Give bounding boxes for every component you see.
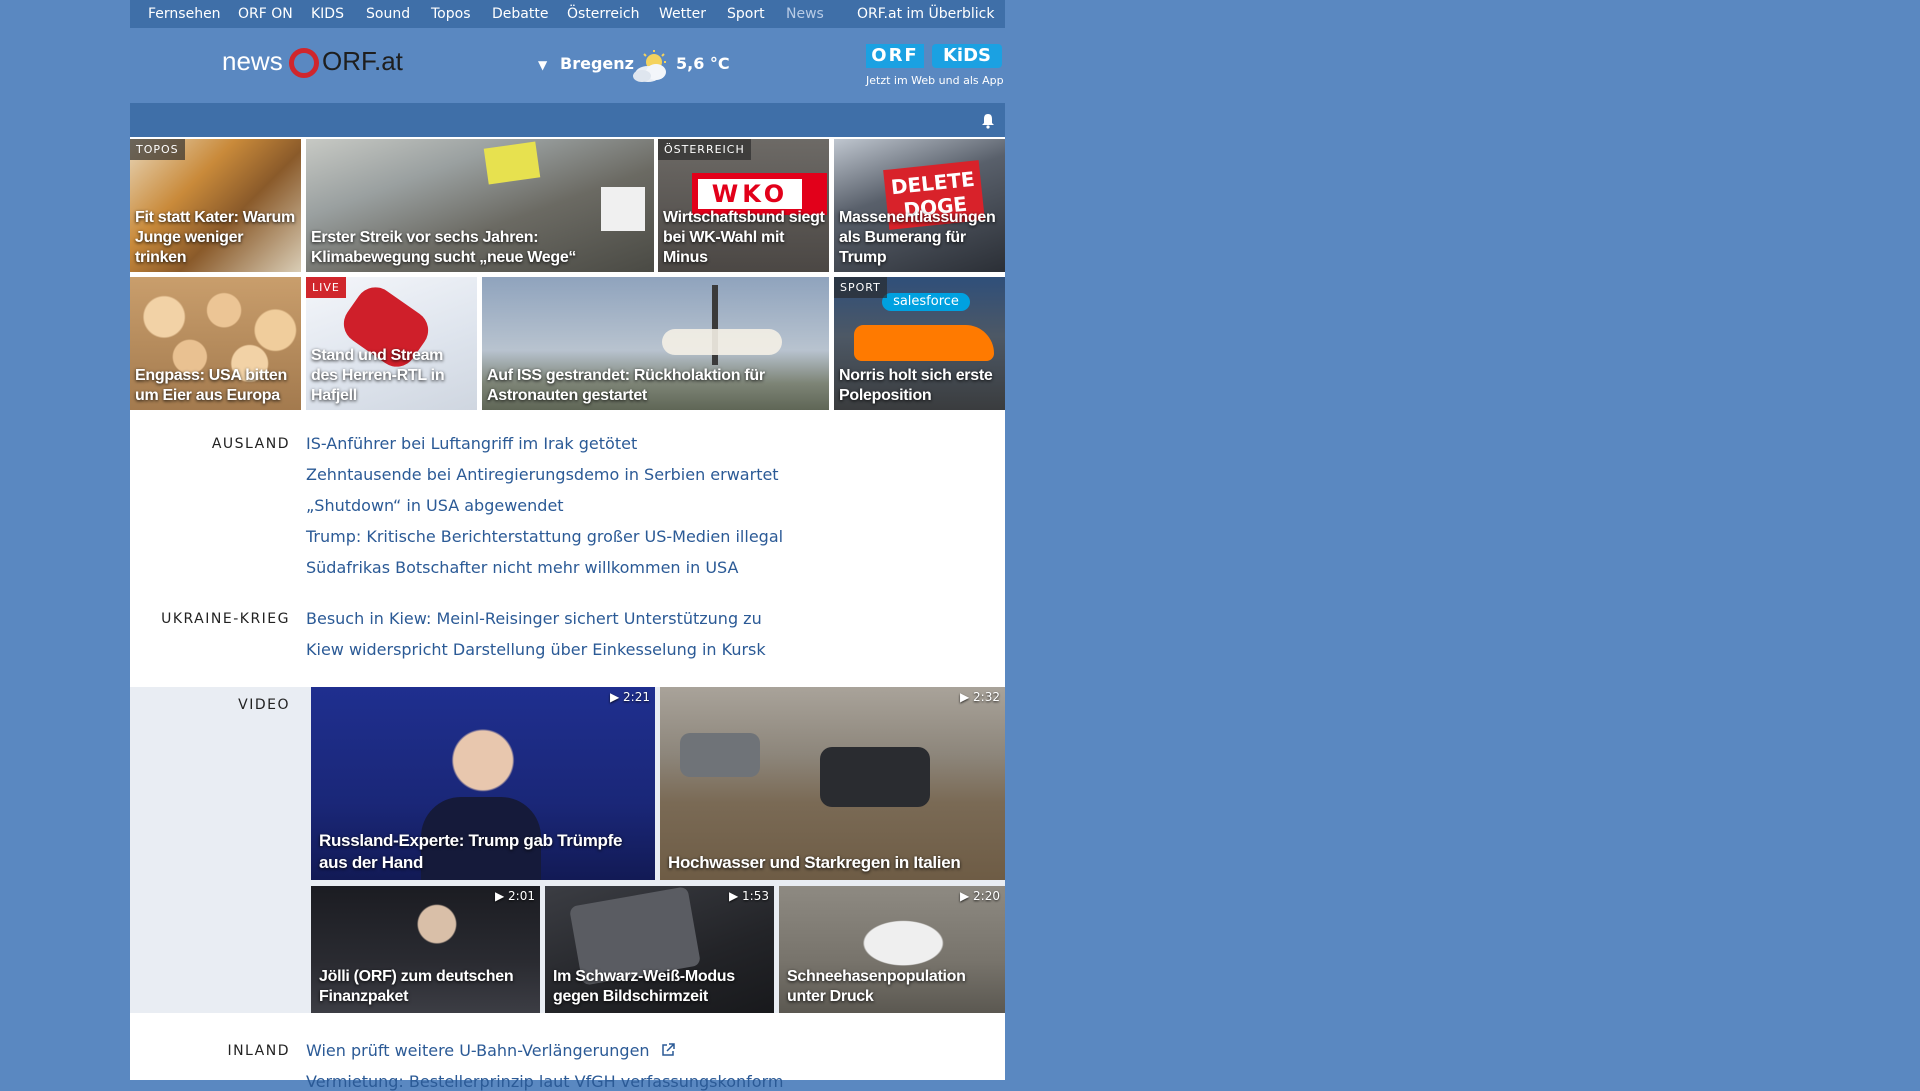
nav-topos[interactable]: Topos xyxy=(431,0,470,28)
nav-sound[interactable]: Sound xyxy=(366,0,410,28)
logo-news-text: news xyxy=(222,46,283,76)
partly-cloudy-icon xyxy=(633,50,666,82)
bell-icon[interactable] xyxy=(981,113,995,129)
news-link[interactable]: „Shutdown“ in USA abgewendet xyxy=(306,496,564,515)
news-link[interactable]: Besuch in Kiew: Meinl-Reisinger sichert … xyxy=(306,609,762,628)
news-link[interactable]: Trump: Kritische Berichterstattung große… xyxy=(306,527,783,546)
story-tile[interactable]: Auf ISS gestrandet: Rückholaktion für As… xyxy=(482,277,829,410)
protest-sign xyxy=(601,187,645,231)
video-tile[interactable]: ▶ 2:20 Schneehasenpopulation unter Druck xyxy=(779,886,1005,1013)
story-tile[interactable]: LIVE Stand und Stream des Herren-RTL in … xyxy=(306,277,477,410)
video-duration: ▶ 2:21 xyxy=(610,690,650,704)
story-tile[interactable]: salesforce SPORT Norris holt sich erste … xyxy=(834,277,1005,410)
story-tile[interactable]: Engpass: USA bitten um Eier aus Europa xyxy=(130,277,301,410)
news-link[interactable]: IS-Anführer bei Luftangriff im Irak getö… xyxy=(306,434,637,453)
main-content: TOPOS Fit statt Kater: Warum Junge wenig… xyxy=(130,137,1005,1091)
logo-orf-text: ORF.at xyxy=(322,46,403,76)
video-title: Hochwasser und Starkregen in Italien xyxy=(668,853,961,872)
duration-text: 2:01 xyxy=(508,889,535,903)
tile-title: Erster Streik vor sechs Jahren: Klimabew… xyxy=(311,229,577,266)
video-duration: ▶ 1:53 xyxy=(729,889,769,903)
tile-tag: ÖSTERREICH xyxy=(658,139,751,160)
wko-logo: WKO xyxy=(698,179,802,209)
video-section: VIDEO ▶ 2:21 Russland-Experte: Trump gab… xyxy=(130,687,1005,1013)
section-label-ausland: AUSLAND xyxy=(211,436,290,452)
site-header: news ORF.at ▼ Bregenz 5,6 °C ORF KiDS Je… xyxy=(130,28,1005,103)
news-link[interactable]: Südafrikas Botschafter nicht mehr willko… xyxy=(306,558,738,577)
story-tile[interactable]: DELETE DOGE Massenentlassungen als Bumera… xyxy=(834,139,1005,272)
tile-tag: SPORT xyxy=(834,277,887,298)
video-tile[interactable]: ▶ 2:21 Russland-Experte: Trump gab Trümp… xyxy=(311,687,655,880)
weather-city: Bregenz xyxy=(560,54,634,73)
race-car xyxy=(854,325,994,361)
duration-text: 2:32 xyxy=(973,690,1000,704)
video-duration: ▶ 2:32 xyxy=(960,690,1000,704)
chevron-down-icon: ▼ xyxy=(538,58,548,72)
video-title: Im Schwarz-Weiß-Modus gegen Bildschirmze… xyxy=(553,968,735,1005)
orf-kids-promo[interactable]: ORF KiDS Jetzt im Web und als App xyxy=(866,44,1004,90)
car-figure xyxy=(680,733,760,777)
live-badge: LIVE xyxy=(306,277,346,298)
orf-ring-icon xyxy=(289,48,319,78)
video-title: Russland-Experte: Trump gab Trümpfe aus … xyxy=(319,831,623,872)
news-link[interactable]: Kiew widerspricht Darstellung über Einke… xyxy=(306,640,766,659)
tile-title: Stand und Stream des Herren-RTL in Hafje… xyxy=(311,347,445,404)
nav-debatte[interactable]: Debatte xyxy=(492,0,548,28)
video-duration: ▶ 2:01 xyxy=(495,889,535,903)
tile-title: Auf ISS gestrandet: Rückholaktion für As… xyxy=(487,367,765,404)
duration-text: 2:21 xyxy=(623,690,650,704)
nav-orf-on[interactable]: ORF ON xyxy=(238,0,293,28)
orf-kids-logo-kids: KiDS xyxy=(932,44,1002,68)
tile-title: Wirtschaftsbund siegt bei WK-Wahl mit Mi… xyxy=(663,209,825,266)
launch-smoke xyxy=(662,329,782,355)
tile-title: Norris holt sich erste Poleposition xyxy=(839,367,993,404)
news-link[interactable]: Vermietung: Bestellerprinzip laut VfGH v… xyxy=(306,1072,783,1091)
orf-kids-logo-orf: ORF xyxy=(866,44,924,68)
news-link-text: Wien prüft weitere U-Bahn-Verlängerungen xyxy=(306,1041,650,1060)
nav-oesterreich[interactable]: Österreich xyxy=(567,0,639,28)
car-figure xyxy=(820,747,930,807)
video-title: Schneehasenpopulation unter Druck xyxy=(787,968,966,1005)
top-nav: Fernsehen ORF ON KIDS Sound Topos Debatt… xyxy=(130,0,1005,28)
news-link[interactable]: Wien prüft weitere U-Bahn-Verlängerungen xyxy=(306,1041,675,1060)
story-tile[interactable]: Erster Streik vor sechs Jahren: Klimabew… xyxy=(306,139,654,272)
duration-text: 1:53 xyxy=(742,889,769,903)
section-label-ukraine: UKRAINE-KRIEG xyxy=(161,611,290,627)
video-title: Jölli (ORF) zum deutschen Finanzpaket xyxy=(319,968,514,1005)
video-tile[interactable]: ▶ 2:01 Jölli (ORF) zum deutschen Finanzp… xyxy=(311,886,540,1013)
video-tile[interactable]: ▶ 2:32 Hochwasser und Starkregen in Ital… xyxy=(660,687,1005,880)
video-duration: ▶ 2:20 xyxy=(960,889,1000,903)
section-label-inland: INLAND xyxy=(227,1043,290,1059)
tile-title: Fit statt Kater: Warum Junge weniger tri… xyxy=(135,209,295,266)
story-tile[interactable]: WKO ÖSTERREICH Wirtschaftsbund siegt bei… xyxy=(658,139,829,272)
weather-temperature: 5,6 °C xyxy=(676,54,730,73)
nav-news[interactable]: News xyxy=(786,0,824,28)
video-tile[interactable]: ▶ 1:53 Im Schwarz-Weiß-Modus gegen Bilds… xyxy=(545,886,774,1013)
protest-sign xyxy=(483,141,541,185)
nav-kids[interactable]: KIDS xyxy=(311,0,344,28)
page: Fernsehen ORF ON KIDS Sound Topos Debatt… xyxy=(130,0,1005,1091)
tile-title: Massenentlassungen als Bumerang für Trum… xyxy=(839,209,996,266)
nav-fernsehen[interactable]: Fernsehen xyxy=(148,0,221,28)
story-tile[interactable]: TOPOS Fit statt Kater: Warum Junge wenig… xyxy=(130,139,301,272)
nav-sport[interactable]: Sport xyxy=(727,0,765,28)
external-link-icon xyxy=(661,1043,675,1056)
section-label-video: VIDEO xyxy=(238,697,290,713)
notification-strip xyxy=(130,103,1005,137)
nav-wetter[interactable]: Wetter xyxy=(659,0,706,28)
nav-orf-overview[interactable]: ORF.at im Überblick xyxy=(857,0,994,28)
salesforce-logo: salesforce xyxy=(882,293,970,311)
news-link[interactable]: Zehntausende bei Antiregierungsdemo in S… xyxy=(306,465,779,484)
orf-kids-caption: Jetzt im Web und als App xyxy=(866,74,1004,87)
tile-tag: TOPOS xyxy=(130,139,185,160)
tile-title: Engpass: USA bitten um Eier aus Europa xyxy=(135,367,287,404)
duration-text: 2:20 xyxy=(973,889,1000,903)
